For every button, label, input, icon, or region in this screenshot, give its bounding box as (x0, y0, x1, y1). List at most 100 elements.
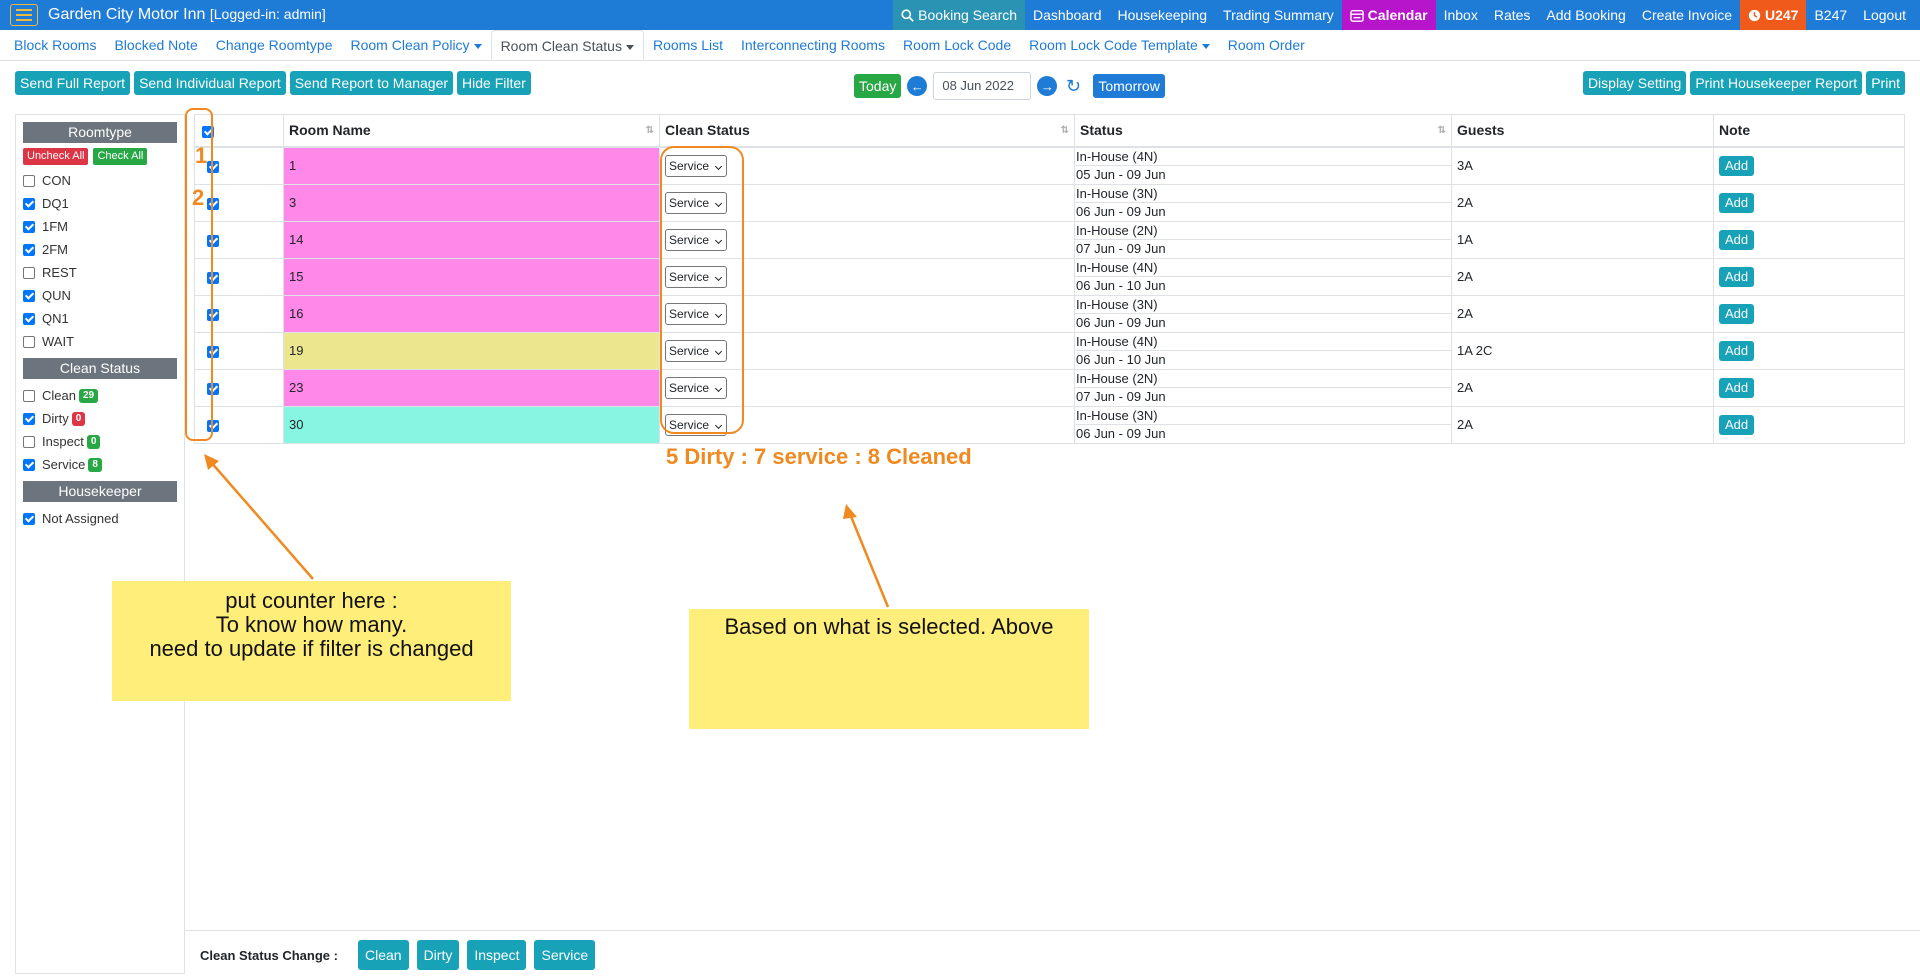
checkbox[interactable] (23, 174, 35, 187)
brand[interactable]: Garden City Motor Inn [Logged-in: admin] (48, 6, 326, 24)
sub-tabs: Block Rooms Blocked Note Change Roomtype… (0, 30, 1920, 61)
add-note-button[interactable]: Add (1719, 414, 1755, 435)
tomorrow-button[interactable]: Tomorrow (1093, 74, 1165, 98)
nav-inbox[interactable]: Inbox (1436, 0, 1486, 30)
add-note-button[interactable]: Add (1719, 192, 1755, 213)
tab-blocked-note[interactable]: Blocked Note (105, 30, 206, 60)
tab-change-roomtype[interactable]: Change Roomtype (207, 30, 342, 60)
add-note-button[interactable]: Add (1719, 377, 1755, 398)
booking-status-cell: In-House (3N) 06 Jun - 09 Jun (1074, 183, 1452, 222)
send-full-report-button[interactable]: Send Full Report (15, 71, 131, 95)
checkbox[interactable] (23, 389, 35, 402)
set-service-button[interactable]: Service (534, 940, 596, 970)
add-note-button[interactable]: Add (1719, 229, 1755, 250)
roomtype-filter-con[interactable]: CON (23, 169, 177, 192)
checkbox[interactable] (23, 243, 35, 256)
tab-room-order[interactable]: Room Order (1219, 30, 1314, 60)
display-setting-button[interactable]: Display Setting (1582, 71, 1687, 95)
note-line: need to update if filter is changed (149, 636, 474, 661)
clean-status-heading: Clean Status (23, 358, 177, 379)
checkbox[interactable] (23, 435, 35, 448)
clean-filter-service[interactable]: Service 8 (23, 453, 177, 476)
roomtype-filter-qun[interactable]: QUN (23, 284, 177, 307)
nav-housekeeping[interactable]: Housekeeping (1110, 0, 1216, 30)
nav-label: U247 (1765, 7, 1799, 23)
checkbox[interactable] (23, 458, 35, 471)
roomtype-filter-rest[interactable]: REST (23, 261, 177, 284)
caret-down-icon (473, 43, 482, 49)
nav-trading-summary[interactable]: Trading Summary (1215, 0, 1342, 30)
checkbox[interactable] (23, 197, 35, 210)
booking-dates: 05 Jun - 09 Jun (1076, 166, 1166, 182)
tab-rooms-list[interactable]: Rooms List (644, 30, 732, 60)
nav-logout[interactable]: Logout (1855, 0, 1920, 30)
checkbox[interactable] (23, 289, 35, 302)
housekeeper-filter-not-assigned[interactable]: Not Assigned (23, 507, 177, 530)
clean-filter-dirty[interactable]: Dirty 0 (23, 407, 177, 430)
filter-label: WAIT (42, 334, 75, 349)
checkbox[interactable] (23, 312, 35, 325)
roomtype-filter-dq1[interactable]: DQ1 (23, 192, 177, 215)
clean-filter-clean[interactable]: Clean 29 (23, 384, 177, 407)
nav-create-invoice[interactable]: Create Invoice (1634, 0, 1740, 30)
uncheck-all-button[interactable]: Uncheck All (23, 148, 89, 165)
date-input[interactable]: 08 Jun 2022 (933, 72, 1032, 100)
roomtype-heading: Roomtype (23, 122, 177, 143)
set-dirty-button[interactable]: Dirty (416, 940, 460, 970)
booking-status: In-House (4N) (1075, 259, 1451, 277)
brand-name: Garden City Motor Inn (48, 6, 206, 23)
add-note-button[interactable]: Add (1719, 303, 1755, 324)
nav-add-booking[interactable]: Add Booking (1538, 0, 1633, 30)
roomtype-filter-qn1[interactable]: QN1 (23, 307, 177, 330)
nav-booking-search[interactable]: Booking Search (893, 0, 1026, 30)
send-report-to-manager-button[interactable]: Send Report to Manager (289, 71, 454, 95)
print-housekeeper-report-button[interactable]: Print Housekeeper Report (1690, 71, 1863, 95)
nav-rates[interactable]: Rates (1486, 0, 1539, 30)
tab-block-rooms[interactable]: Block Rooms (5, 30, 105, 60)
booking-dates: 07 Jun - 09 Jun (1076, 388, 1166, 404)
guests-cell: 2A (1451, 405, 1714, 444)
checkbox[interactable] (23, 266, 35, 279)
nav-u247[interactable]: U247 (1740, 0, 1807, 30)
checkbox[interactable] (23, 220, 35, 233)
nav-dashboard[interactable]: Dashboard (1025, 0, 1110, 30)
menu-toggle-icon[interactable] (10, 4, 38, 26)
nav-calendar[interactable]: Calendar (1341, 0, 1436, 30)
checkbox[interactable] (23, 512, 35, 525)
set-clean-button[interactable]: Clean (357, 940, 409, 970)
tab-interconnecting-rooms[interactable]: Interconnecting Rooms (732, 30, 894, 60)
tab-room-lock-code-template[interactable]: Room Lock Code Template (1020, 30, 1219, 60)
nav-b247[interactable]: B247 (1806, 0, 1855, 30)
today-button[interactable]: Today (854, 74, 902, 98)
checkbox[interactable] (23, 335, 35, 348)
add-note-button[interactable]: Add (1719, 340, 1755, 361)
checkbox[interactable] (23, 412, 35, 425)
arrow-head-2 (843, 504, 857, 519)
tab-room-clean-policy[interactable]: Room Clean Policy (342, 30, 491, 60)
col-room-name[interactable]: Room Name ⇅ (283, 114, 660, 148)
report-actions: Send Full Report Send Individual Report … (15, 71, 531, 95)
refresh-icon[interactable]: ↻ (1063, 76, 1083, 96)
roomtype-filter-wait[interactable]: WAIT (23, 330, 177, 353)
set-inspect-button[interactable]: Inspect (467, 940, 527, 970)
hide-filter-button[interactable]: Hide Filter (457, 71, 531, 95)
check-all-button[interactable]: Check All (93, 148, 148, 165)
prev-day-icon[interactable]: ← (907, 76, 928, 96)
filter-label: Not Assigned (42, 511, 119, 526)
booking-status: In-House (4N) (1075, 148, 1451, 166)
roomtype-filter-2fm[interactable]: 2FM (23, 238, 177, 261)
roomtype-filter-1fm[interactable]: 1FM (23, 215, 177, 238)
tab-room-lock-code[interactable]: Room Lock Code (894, 30, 1020, 60)
clean-filter-inspect[interactable]: Inspect 0 (23, 430, 177, 453)
annotation-number-2: 2 (192, 185, 205, 210)
print-button[interactable]: Print (1866, 71, 1905, 95)
col-clean-status[interactable]: Clean Status ⇅ (659, 114, 1075, 148)
col-status[interactable]: Status ⇅ (1074, 114, 1452, 148)
add-note-button[interactable]: Add (1719, 155, 1755, 176)
table-row: 23 Service In-House (2N) 07 Jun - 09 Jun 2A A… (194, 368, 1905, 407)
tab-room-clean-status[interactable]: Room Clean Status (490, 30, 644, 60)
send-individual-report-button[interactable]: Send Individual Report (134, 71, 286, 95)
next-day-icon[interactable]: → (1037, 76, 1058, 96)
add-note-button[interactable]: Add (1719, 266, 1755, 287)
filter-label: 2FM (42, 242, 68, 257)
